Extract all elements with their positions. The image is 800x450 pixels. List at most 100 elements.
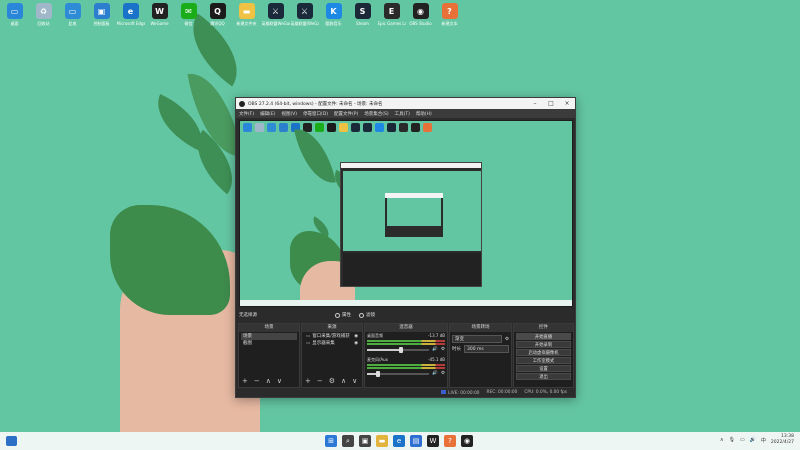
app-orange-icon[interactable]: ? <box>444 435 456 447</box>
filters-button[interactable]: 滤镜 <box>359 312 375 318</box>
maximize-icon[interactable]: □ <box>543 100 559 107</box>
volume-slider[interactable] <box>367 370 430 377</box>
control-button[interactable]: 工作室模式 <box>516 357 571 364</box>
edge-icon[interactable]: e <box>393 435 405 447</box>
gear-icon[interactable]: ⚙ <box>441 347 445 352</box>
source-item[interactable]: ▭ 显示器采集 ◉ <box>304 340 360 347</box>
explorer-icon[interactable]: ▬ <box>376 435 388 447</box>
preview-app-icon <box>243 123 252 132</box>
app-icon: Q <box>209 3 226 19</box>
app-icon: K <box>325 3 342 19</box>
menu-item[interactable]: 停靠窗口(D) <box>303 111 328 117</box>
move-down-icon[interactable]: ∨ <box>352 377 357 385</box>
desktop-icon[interactable]: ◉ OBS Studio <box>406 0 435 38</box>
desktop-icon[interactable]: S Steam <box>348 0 377 38</box>
obs-logo-icon <box>239 100 245 107</box>
add-scene-icon[interactable]: + <box>242 377 248 385</box>
desktop-icon[interactable]: Q 腾讯QQ <box>203 0 232 38</box>
move-down-icon[interactable]: ∨ <box>277 377 282 385</box>
store-icon[interactable]: ▤ <box>410 435 422 447</box>
gear-icon[interactable]: ⚙ <box>441 371 445 376</box>
desktop-icon[interactable]: ⚔ 英雄联盟(WeGame版) <box>290 0 319 38</box>
desktop-icon-label: Epic Games Launcher <box>377 21 406 26</box>
minimize-icon[interactable]: – <box>527 100 543 107</box>
microphone-icon[interactable]: 🎙 <box>729 437 735 443</box>
preview-taskbar <box>240 300 572 306</box>
search-icon[interactable]: ⌕ <box>342 435 354 447</box>
desktop-icon-label: 酷狗音乐 <box>325 21 342 26</box>
speaker-icon[interactable]: 🔊 <box>750 437 756 443</box>
move-up-icon[interactable]: ∧ <box>341 377 346 385</box>
network-icon[interactable]: ▭ <box>740 437 745 443</box>
transition-select[interactable]: 渐变 <box>452 335 502 343</box>
control-button[interactable]: 启动虚拟摄像机 <box>516 349 571 356</box>
menu-item[interactable]: 配置文件(P) <box>334 111 358 117</box>
rec-timer: REC: 00:00:00 <box>486 390 518 395</box>
volume-slider[interactable] <box>367 346 430 353</box>
no-source-label: 无选择源 <box>239 313 257 318</box>
transition-settings-icon[interactable]: ⚙ <box>505 337 509 342</box>
preview-app-icon <box>279 123 288 132</box>
taskbar: ⊞ ⌕ ▣ ▬ e ▤ W? ◉ ∧ 🎙 ▭ 🔊 中 13:38 2022/4/27 <box>0 432 800 450</box>
desktop-icon[interactable]: ▣ 控制面板 <box>87 0 116 38</box>
obs-titlebar[interactable]: OBS 27.2.4 (64-bit, windows) - 配置文件: 未命名… <box>236 98 575 109</box>
control-button[interactable]: 开始录制 <box>516 341 571 348</box>
chevron-up-icon[interactable]: ∧ <box>720 437 724 443</box>
nested-obs-preview <box>340 162 482 287</box>
obs-window-title: OBS 27.2.4 (64-bit, windows) - 配置文件: 未命名… <box>248 101 383 107</box>
desktop-icon[interactable]: ⚔ 英雄联盟WeGame <box>261 0 290 38</box>
desktop-icon[interactable]: ▬ 新建文件夹 <box>232 0 261 38</box>
desktop-icon[interactable]: ♻ 回收站 <box>29 0 58 38</box>
control-button[interactable]: 退出 <box>516 373 571 380</box>
green-painted-fingers <box>110 205 230 315</box>
menu-item[interactable]: 视图(V) <box>281 111 297 117</box>
control-button[interactable]: 开始直播 <box>516 333 571 340</box>
menu-item[interactable]: 帮助(H) <box>416 111 432 117</box>
desktop-icon[interactable]: ▭ 桌面 <box>0 0 29 38</box>
clock[interactable]: 13:38 2022/4/27 <box>771 434 794 446</box>
source-item[interactable]: ▭ 窗口采集/游戏捕获 ◉ <box>304 333 360 340</box>
wegame-icon[interactable]: W <box>427 435 439 447</box>
desktop-icon[interactable]: ? 新建文本 <box>435 0 464 38</box>
obs-window[interactable]: OBS 27.2.4 (64-bit, windows) - 配置文件: 未命名… <box>235 97 576 398</box>
eye-icon[interactable]: ◉ <box>354 340 358 347</box>
menu-item[interactable]: 场景集合(S) <box>364 111 388 117</box>
desktop-icon[interactable]: ✉ 微信 <box>174 0 203 38</box>
desktop-icon[interactable]: W WeGame <box>145 0 174 38</box>
app-icon: ▣ <box>93 3 110 19</box>
remove-source-icon[interactable]: − <box>317 377 323 385</box>
speaker-icon[interactable]: 🔊 <box>432 371 438 376</box>
ime-icon[interactable]: 中 <box>761 437 766 444</box>
preview-app-icon <box>327 123 336 132</box>
scene-item[interactable]: 场景 <box>241 333 297 340</box>
track-name: 麦克风/Aux <box>367 357 388 362</box>
source-settings-icon[interactable]: ⚙ <box>329 377 335 385</box>
add-source-icon[interactable]: + <box>305 377 311 385</box>
close-icon[interactable]: × <box>559 100 575 107</box>
obs-icon[interactable]: ◉ <box>461 435 473 447</box>
eye-icon[interactable]: ◉ <box>354 333 358 340</box>
desktop-icon-label: 英雄联盟(WeGame版) <box>290 21 319 26</box>
desktop-icon-label: 腾讯QQ <box>210 21 225 26</box>
task-view-icon[interactable]: ▣ <box>359 435 371 447</box>
obs-preview-canvas[interactable] <box>239 120 573 307</box>
desktop-icon[interactable]: K 酷狗音乐 <box>319 0 348 38</box>
duration-input[interactable]: 300 ms <box>464 345 509 353</box>
properties-button[interactable]: 属性 <box>335 312 351 318</box>
start-icon[interactable]: ⊞ <box>325 435 337 447</box>
move-up-icon[interactable]: ∧ <box>266 377 271 385</box>
desktop-icon[interactable]: ▭ 此电 <box>58 0 87 38</box>
desktop-icon-label: 桌面 <box>10 21 19 26</box>
menu-item[interactable]: 工具(T) <box>395 111 410 117</box>
menu-item[interactable]: 编辑(E) <box>260 111 275 117</box>
desktop-icon[interactable]: e Microsoft Edge <box>116 0 145 38</box>
cpu-fps: CPU: 0.0%, 0.00 fps <box>524 390 567 395</box>
speaker-icon[interactable]: 🔊 <box>432 347 438 352</box>
control-button[interactable]: 设置 <box>516 365 571 372</box>
menu-item[interactable]: 文件(F) <box>239 111 254 117</box>
desktop-icon[interactable]: E Epic Games Launcher <box>377 0 406 38</box>
scene-item[interactable]: 截图 <box>241 340 297 347</box>
remove-scene-icon[interactable]: − <box>254 377 260 385</box>
widgets-icon[interactable] <box>6 436 17 446</box>
desktop-icon-label: 新建文件夹 <box>236 21 257 26</box>
